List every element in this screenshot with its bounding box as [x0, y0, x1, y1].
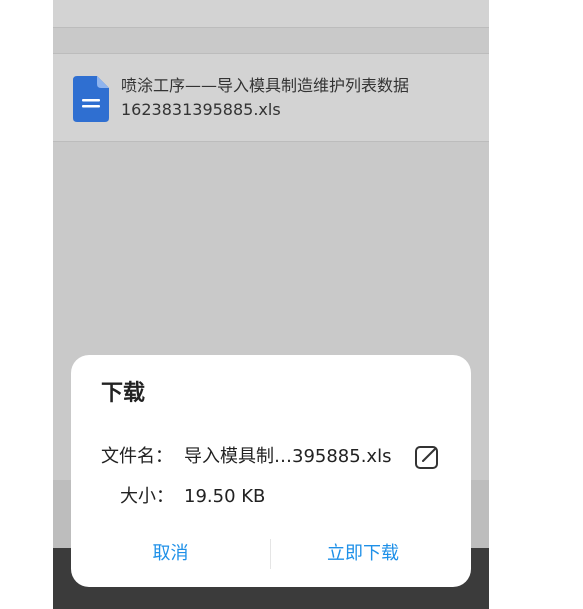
document-icon [73, 76, 109, 122]
download-now-button[interactable]: 立即下载 [271, 539, 455, 569]
file-name-line-1: 喷涂工序——导入模具制造维护列表数据 [121, 76, 410, 95]
edit-icon[interactable] [413, 443, 441, 471]
size-value: 19.50 KB [184, 486, 266, 507]
previous-list-item [53, 0, 489, 28]
size-label: 大小： [120, 486, 174, 507]
file-name: 喷涂工序——导入模具制造维护列表数据 1623831395885.xls [121, 74, 471, 122]
cancel-button[interactable]: 取消 [71, 539, 270, 569]
file-list-item[interactable]: 喷涂工序——导入模具制造维护列表数据 1623831395885.xls [53, 53, 489, 142]
download-dialog: 下载 文件名： 导入模具制…395885.xls 大小： 19.50 KB 取消… [71, 355, 471, 587]
file-name-line-2: 1623831395885.xls [121, 100, 281, 119]
filename-value: 导入模具制…395885.xls [184, 446, 392, 467]
filename-label: 文件名： [101, 446, 173, 467]
screenshot-canvas: 喷涂工序——导入模具制造维护列表数据 1623831395885.xls 下载 … [0, 0, 583, 609]
dialog-title: 下载 [101, 381, 146, 406]
